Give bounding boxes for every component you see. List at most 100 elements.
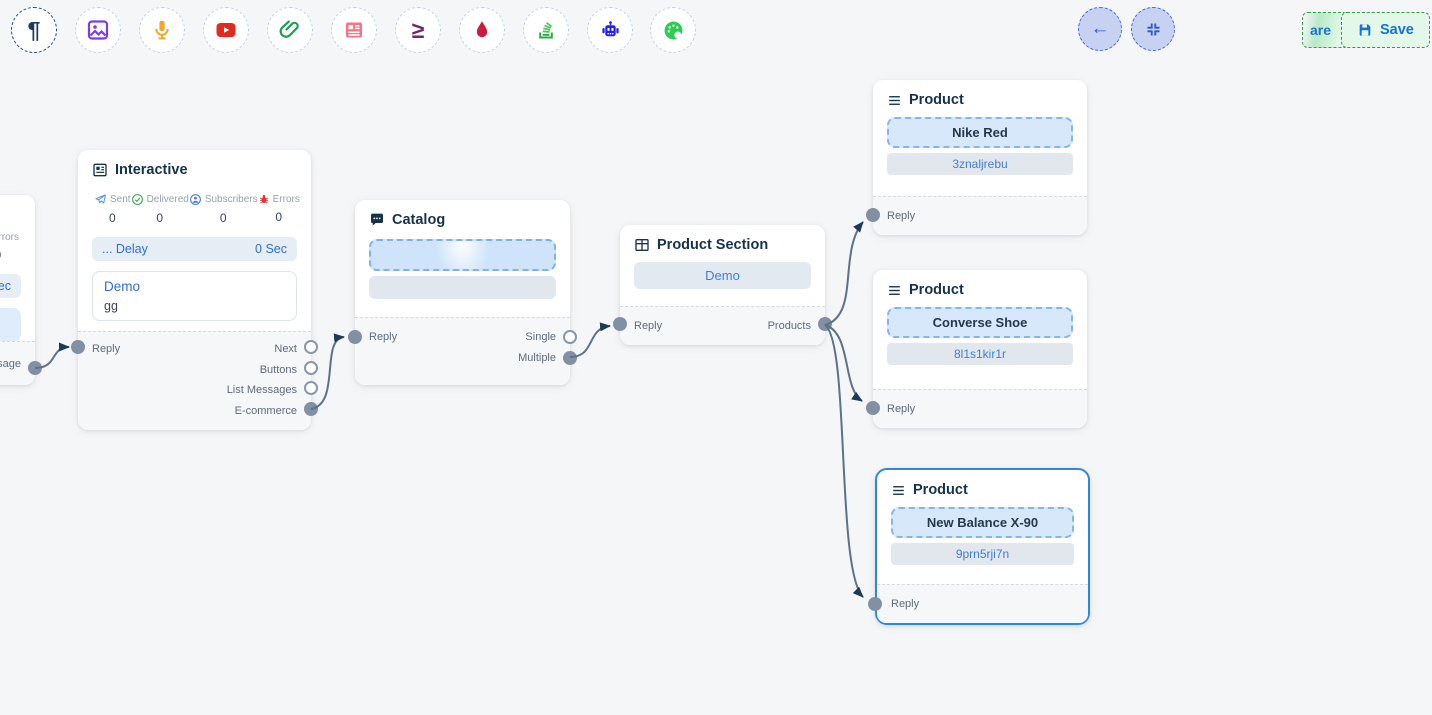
input-label-reply: Reply <box>887 403 915 415</box>
flow-canvas[interactable]: ¶ <box>0 0 1432 715</box>
toolbar-template-button[interactable] <box>331 7 377 53</box>
droplet-icon <box>470 18 494 42</box>
node-title: Interactive <box>115 162 188 178</box>
stat-value: 0 <box>109 211 116 225</box>
toolbar-audio-button[interactable] <box>139 7 185 53</box>
toolbar-text-button[interactable]: ¶ <box>11 7 57 53</box>
node-title: Product <box>909 92 964 108</box>
product-name[interactable]: New Balance X-90 <box>891 507 1074 538</box>
delay-label: ... Delay <box>102 242 148 256</box>
output-label-message: Message <box>0 358 21 370</box>
save-button[interactable]: Save <box>1341 12 1430 48</box>
input-port-reply[interactable] <box>866 208 880 222</box>
delay-row[interactable]: ... Delay 0 Sec <box>92 237 297 261</box>
stat-label: Subscribers <box>205 194 258 205</box>
delay-value: 0 Sec <box>0 279 11 293</box>
output-label-buttons: Buttons <box>260 364 297 376</box>
interactive-node[interactable]: Interactive Sent 0 <box>78 150 311 430</box>
message-node-partial[interactable]: Errors 0 ... Delay 0 Sec Message <box>0 195 35 385</box>
product-node-3[interactable]: Product New Balance X-90 9prn5rji7n Repl… <box>875 468 1090 625</box>
input-port-reply[interactable] <box>348 330 362 344</box>
toolbar-stack-button[interactable] <box>523 7 569 53</box>
wire-products-to-product2 <box>825 325 862 401</box>
product-name[interactable]: Converse Shoe <box>887 307 1073 338</box>
back-button[interactable]: ← <box>1078 7 1122 51</box>
toolbar-theme-button[interactable] <box>650 7 696 53</box>
stat-label: Sent <box>110 194 131 205</box>
save-button-label: Save <box>1380 22 1414 38</box>
stat-label: Errors <box>0 232 19 243</box>
paperclip-icon <box>278 18 302 42</box>
output-port-list-messages[interactable] <box>304 381 318 395</box>
send-icon <box>94 193 107 206</box>
newspaper-icon <box>342 18 366 42</box>
output-port-ecommerce[interactable] <box>304 402 318 416</box>
stat-value: 0 <box>220 211 227 225</box>
output-port-products[interactable] <box>818 317 832 331</box>
toolbar-condition-button[interactable]: ≥ <box>395 7 441 53</box>
comment-dots-icon <box>369 212 385 228</box>
product-name[interactable]: Nike Red <box>887 117 1073 148</box>
input-port-reply[interactable] <box>868 597 882 611</box>
output-port-single[interactable] <box>563 330 577 344</box>
toolbar-video-button[interactable] <box>203 7 249 53</box>
toolbar-image-button[interactable] <box>75 7 121 53</box>
output-label-ecommerce: E-commerce <box>235 405 297 417</box>
node-title: Product Section <box>657 237 768 253</box>
stat-errors: Errors 0 <box>0 231 19 262</box>
wire-products-to-product3 <box>825 325 863 597</box>
stat-value: 0 <box>275 210 282 224</box>
toolbar-droplet-button[interactable] <box>459 7 505 53</box>
input-port-reply[interactable] <box>71 340 85 354</box>
palette-icon <box>661 18 686 43</box>
stat-errors: Errors 0 <box>258 193 300 225</box>
stat-label: Delivered <box>147 194 189 205</box>
greater-equal-icon: ≥ <box>412 19 425 42</box>
product-id: 8l1s1kir1r <box>887 343 1073 365</box>
arrow-left-icon: ← <box>1091 18 1110 40</box>
output-label-single: Single <box>525 331 556 343</box>
toolbar-file-button[interactable] <box>267 7 313 53</box>
journal-icon <box>92 162 108 178</box>
section-value[interactable]: Demo <box>634 262 811 289</box>
stat-label: Errors <box>273 194 300 205</box>
catalog-placeholder <box>369 276 556 299</box>
output-port-buttons[interactable] <box>304 361 318 375</box>
compress-icon <box>1145 21 1162 38</box>
output-port-next[interactable] <box>304 340 318 354</box>
product-id: 9prn5rji7n <box>891 543 1074 565</box>
node-title: Product <box>909 282 964 298</box>
stat-value: 0 <box>156 211 163 225</box>
wire-multiple-to-product-section <box>570 326 610 357</box>
delay-value: 0 Sec <box>255 242 287 256</box>
save-icon <box>1357 22 1373 38</box>
delay-row[interactable]: ... Delay 0 Sec <box>0 274 21 298</box>
input-label-reply: Reply <box>891 598 919 610</box>
product-section-node[interactable]: Product Section Demo Reply Products <box>620 225 825 345</box>
input-label-reply: Reply <box>92 343 120 355</box>
check-circle-icon <box>131 193 144 206</box>
share-button-label: are <box>1310 22 1331 38</box>
message-preview[interactable]: Demo gg <box>92 271 297 321</box>
menu-icon <box>887 283 902 298</box>
message-title: Demo <box>104 279 285 294</box>
pilcrow-icon: ¶ <box>28 19 41 42</box>
toolbar-bot-button[interactable] <box>587 7 633 53</box>
message-content-box[interactable] <box>0 308 21 342</box>
catalog-dropzone[interactable] <box>369 239 556 271</box>
input-label-reply: Reply <box>369 331 397 343</box>
input-port-reply[interactable] <box>866 401 880 415</box>
input-port-reply[interactable] <box>613 317 627 331</box>
product-node-2[interactable]: Product Converse Shoe 8l1s1kir1r Reply <box>873 270 1087 428</box>
fit-view-button[interactable] <box>1131 7 1175 51</box>
output-label-multiple: Multiple <box>518 352 556 364</box>
catalog-node[interactable]: Catalog Reply Single Multiple <box>355 200 570 385</box>
youtube-icon <box>214 18 238 42</box>
output-port-multiple[interactable] <box>563 351 577 365</box>
node-title: Product <box>913 482 968 498</box>
product-node-1[interactable]: Product Nike Red 3znaljrebu Reply <box>873 80 1087 235</box>
stack-icon <box>534 18 558 42</box>
output-port-message[interactable] <box>28 361 42 375</box>
microphone-icon <box>150 18 174 42</box>
person-circle-icon <box>189 193 202 206</box>
